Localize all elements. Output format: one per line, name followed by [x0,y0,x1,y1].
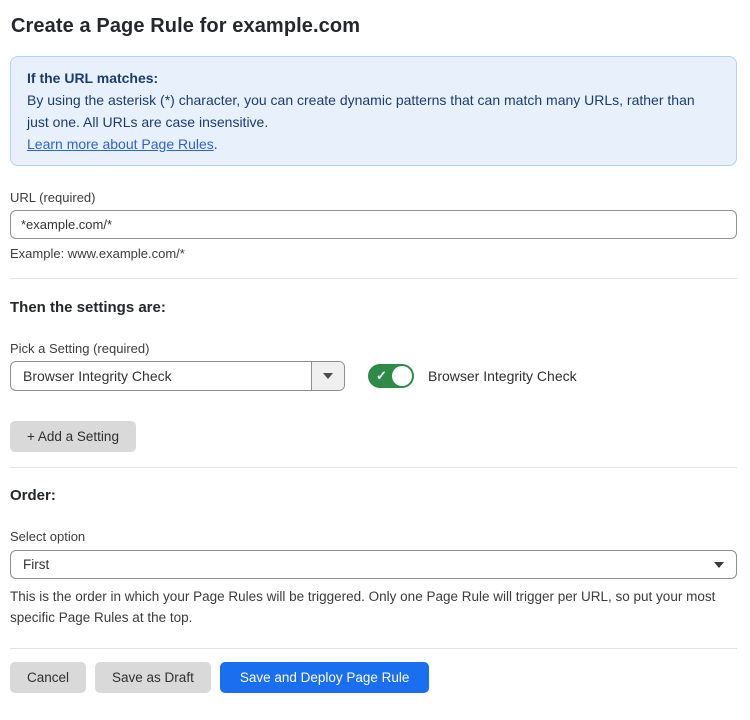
footer-actions: Cancel Save as Draft Save and Deploy Pag… [10,662,737,693]
browser-integrity-toggle[interactable]: ✓ [368,364,414,388]
page-rule-form: Create a Page Rule for example.com If th… [0,0,750,693]
save-and-deploy-button[interactable]: Save and Deploy Page Rule [220,662,430,693]
order-section-heading: Order: [10,487,737,505]
settings-section-heading: Then the settings are: [10,299,737,317]
setting-dropdown-arrow-button[interactable] [311,362,344,390]
order-select[interactable]: First [10,550,737,579]
chevron-down-icon [323,373,333,379]
url-example-helper: Example: www.example.com/* [10,246,737,262]
page-title: Create a Page Rule for example.com [11,14,737,38]
url-field-label: URL (required) [10,190,737,205]
setting-row: Browser Integrity Check ✓ Browser Integr… [10,361,737,391]
divider [10,648,737,649]
chevron-down-icon [714,562,724,568]
url-input[interactable] [10,210,737,239]
setting-dropdown-value: Browser Integrity Check [11,362,311,390]
toggle-knob [392,366,412,386]
check-icon: ✓ [376,367,387,385]
add-setting-button[interactable]: + Add a Setting [10,421,136,452]
divider [10,467,737,468]
info-box-heading: If the URL matches: [27,67,720,89]
learn-more-link[interactable]: Learn more about Page Rules [27,136,214,152]
info-box-link-line: Learn more about Page Rules. [27,133,720,155]
toggle-group: ✓ Browser Integrity Check [368,364,577,388]
save-as-draft-button[interactable]: Save as Draft [95,662,211,693]
order-helper-text: This is the order in which your Page Rul… [10,586,737,628]
toggle-label: Browser Integrity Check [428,368,577,384]
divider [10,278,737,279]
setting-dropdown[interactable]: Browser Integrity Check [10,361,345,391]
select-option-label: Select option [10,529,737,544]
info-box-body: By using the asterisk (*) character, you… [27,89,720,133]
link-suffix: . [214,136,218,152]
cancel-button[interactable]: Cancel [10,662,86,693]
order-select-value: First [23,557,49,572]
pick-setting-label: Pick a Setting (required) [10,341,737,356]
url-match-info-box: If the URL matches: By using the asteris… [10,56,737,166]
